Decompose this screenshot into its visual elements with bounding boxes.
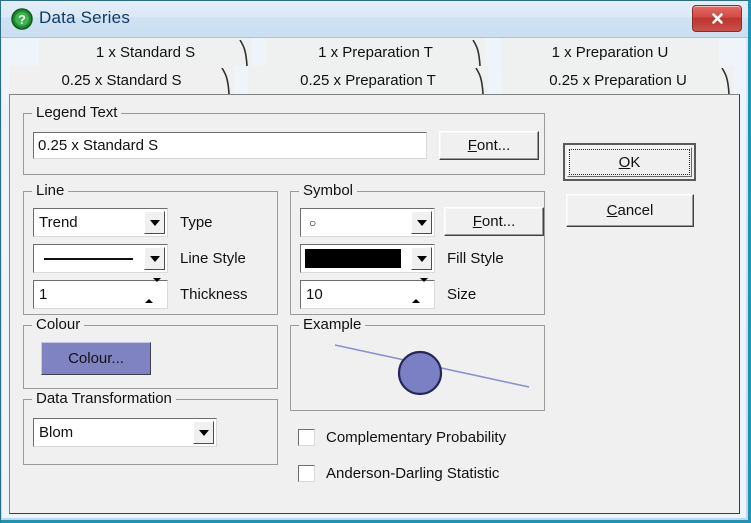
tab-separator-icon (472, 40, 486, 66)
svg-text:?: ? (18, 12, 26, 27)
chevron-down-icon[interactable] (144, 211, 165, 234)
line-group: Line Trend Type Line Style 1 Thickness (23, 182, 278, 315)
line-style-label: Line Style (180, 250, 246, 267)
symbol-fill-style-combo[interactable] (300, 244, 435, 273)
line-type-label: Type (180, 214, 213, 231)
symbol-fill-style-label: Fill Style (447, 250, 504, 267)
symbol-size-label: Size (447, 286, 477, 303)
chevron-down-icon[interactable] (193, 421, 214, 444)
close-icon (693, 6, 741, 31)
tab-separator-icon (475, 68, 489, 94)
tab-label: 1 x Standard S (95, 43, 196, 61)
symbol-font-button-label: Font... (472, 213, 516, 230)
colour-group-label: Colour (32, 316, 85, 333)
symbol-size-spinner[interactable]: 10 (300, 278, 435, 309)
line-style-combo[interactable] (33, 244, 168, 273)
line-type-combo[interactable]: Trend (33, 208, 168, 237)
spinner-up-icon[interactable] (145, 282, 153, 303)
legend-text-input[interactable]: 0.25 x Standard S (33, 132, 427, 159)
legend-font-button-label: Font... (467, 137, 511, 154)
line-thickness-spinner[interactable]: 1 (33, 278, 168, 309)
spinner-up-icon[interactable] (412, 282, 420, 303)
tab-separator-icon (721, 68, 735, 94)
tab-row-top: 1 x Standard S 1 x Preparation T 1 x Pre… (1, 38, 748, 66)
fill-style-swatch (305, 249, 401, 268)
tab-label: 0.25 x Preparation T (300, 71, 436, 89)
tab-label: 0.25 x Standard S (61, 71, 182, 89)
line-type-value: Trend (39, 214, 78, 231)
dialog-window: ? Data Series 1 x Standard S 1 x Prepara… (0, 0, 751, 523)
line-style-swatch (44, 257, 133, 260)
tab-label: 1 x Preparation T (318, 43, 433, 61)
legend-text-group: Legend Text 0.25 x Standard S Font... (23, 104, 545, 175)
dialog-client-area: Legend Text 0.25 x Standard S Font... Li… (9, 94, 740, 514)
line-thickness-label: Thickness (180, 286, 248, 303)
spinner-down-icon[interactable] (153, 278, 161, 299)
tab-0-25-x-preparation-t[interactable]: 0.25 x Preparation T (248, 66, 488, 94)
ok-button-inner: OK (567, 147, 692, 177)
legend-text-group-label: Legend Text (32, 104, 122, 121)
complementary-probability-checkbox-row[interactable]: Complementary Probability (298, 429, 506, 446)
line-group-label: Line (32, 182, 69, 199)
tab-row-bottom: 0.25 x Standard S 0.25 x Preparation T 0… (1, 66, 748, 94)
chevron-down-icon[interactable] (411, 247, 432, 270)
chevron-down-icon[interactable] (144, 247, 165, 270)
ok-button-label: OK (618, 153, 641, 171)
tab-separator-icon (221, 68, 235, 94)
anderson-darling-checkbox[interactable] (298, 465, 315, 482)
close-button[interactable] (692, 5, 742, 32)
example-preview (334, 344, 530, 396)
title-bar: ? Data Series (1, 1, 748, 38)
spinner-down-icon[interactable] (420, 278, 428, 299)
example-group: Example (290, 316, 545, 411)
tab-1-x-preparation-t[interactable]: 1 x Preparation T (266, 38, 485, 66)
data-transformation-group-label: Data Transformation (32, 390, 176, 407)
anderson-darling-label: Anderson-Darling Statistic (326, 465, 500, 482)
tab-strip: 1 x Standard S 1 x Preparation T 1 x Pre… (1, 38, 748, 94)
complementary-probability-checkbox[interactable] (298, 429, 315, 446)
symbol-shape-value: ○ (309, 215, 317, 230)
tab-0-25-x-standard-s[interactable]: 0.25 x Standard S (9, 66, 234, 94)
symbol-font-button[interactable]: Font... (444, 207, 544, 236)
data-transformation-value: Blom (39, 424, 74, 441)
spinner-buttons (145, 278, 166, 307)
tab-0-25-x-preparation-u[interactable]: 0.25 x Preparation U (502, 66, 734, 94)
tab-label: 1 x Preparation U (551, 43, 669, 61)
colour-button[interactable]: Colour... (41, 342, 151, 375)
tab-1-x-preparation-u[interactable]: 1 x Preparation U (501, 38, 719, 66)
data-transformation-combo[interactable]: Blom (33, 418, 217, 447)
symbol-group-label: Symbol (299, 182, 358, 199)
ok-button[interactable]: OK (563, 143, 696, 181)
symbol-group: Symbol ○ Font... Fill Style 10 Size (290, 182, 545, 315)
tab-1-x-standard-s[interactable]: 1 x Standard S (39, 38, 252, 66)
anderson-darling-checkbox-row[interactable]: Anderson-Darling Statistic (298, 465, 499, 482)
colour-group: Colour Colour... (23, 316, 278, 389)
question-mark-icon: ? (11, 8, 33, 30)
complementary-probability-label: Complementary Probability (326, 429, 507, 446)
symbol-shape-combo[interactable]: ○ (300, 208, 435, 237)
legend-font-button[interactable]: Font... (439, 131, 539, 160)
tab-separator-icon (239, 40, 253, 66)
symbol-size-value: 10 (306, 286, 323, 303)
window-title: Data Series (39, 8, 131, 27)
data-transformation-group: Data Transformation Blom (23, 390, 278, 465)
colour-button-label: Colour... (68, 350, 124, 367)
line-thickness-value: 1 (39, 286, 48, 303)
spinner-buttons (412, 278, 433, 307)
tab-label: 0.25 x Preparation U (549, 71, 687, 89)
cancel-button-label: Cancel (606, 202, 654, 219)
cancel-button[interactable]: Cancel (566, 194, 694, 227)
chevron-down-icon[interactable] (411, 211, 432, 234)
